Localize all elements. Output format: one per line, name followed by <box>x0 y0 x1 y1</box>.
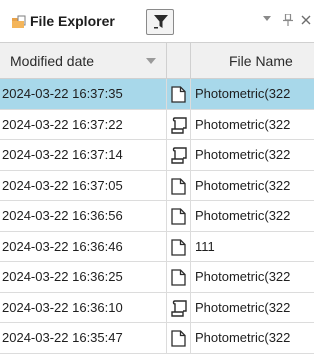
table-row[interactable]: 2024-03-22 16:36:46 111 <box>0 231 314 262</box>
column-header-label: Modified date <box>10 53 95 69</box>
modified-date-cell: 2024-03-22 16:37:35 <box>0 79 167 109</box>
panel-title: File Explorer <box>30 13 115 29</box>
file-type-cell <box>167 170 191 201</box>
modified-date-cell: 2024-03-22 16:36:46 <box>0 231 167 262</box>
file-table: Modified date File Name 2024-03-22 16:37… <box>0 42 314 354</box>
document-icon <box>171 330 186 347</box>
modified-date-cell: 2024-03-22 16:35:47 <box>0 323 167 353</box>
table-row[interactable]: 2024-03-22 16:37:35 Photometric(322 <box>0 79 314 110</box>
file-type-cell <box>167 140 191 170</box>
file-name-cell: 111 <box>195 238 215 254</box>
file-name-cell: Photometric(322 <box>195 177 291 193</box>
column-header-type[interactable] <box>167 43 191 79</box>
file-explorer-panel: File Explorer Modified date File Name 20… <box>0 0 314 354</box>
modified-date-cell: 2024-03-22 16:37:22 <box>0 109 167 140</box>
file-name-cell: Photometric(322 <box>195 330 291 345</box>
scroll-icon <box>171 147 187 164</box>
file-name-cell: Photometric(322 <box>195 269 291 284</box>
panel-title-bar: File Explorer <box>0 0 314 42</box>
pin-icon[interactable] <box>283 14 293 26</box>
table-row[interactable]: 2024-03-22 16:35:47 Photometric(322 <box>0 323 314 354</box>
file-type-cell <box>167 323 191 353</box>
table-header: Modified date File Name <box>0 42 314 79</box>
file-name-cell: Photometric(322 <box>195 147 291 162</box>
table-row[interactable]: 2024-03-22 16:36:25 Photometric(322 <box>0 262 314 293</box>
file-name-cell: Photometric(322 <box>195 208 291 223</box>
file-type-cell <box>167 262 191 292</box>
table-row[interactable]: 2024-03-22 16:37:14 Photometric(322 <box>0 140 314 171</box>
table-row[interactable]: 2024-03-22 16:37:22 Photometric(322 <box>0 109 314 140</box>
sort-descending-icon <box>146 58 156 64</box>
modified-date-cell: 2024-03-22 16:36:25 <box>0 262 167 292</box>
scroll-icon <box>171 299 187 317</box>
file-name-cell: Photometric(322 <box>195 299 291 315</box>
document-icon <box>171 208 186 225</box>
file-type-cell <box>167 201 191 231</box>
file-name-cell: Photometric(322 <box>195 86 291 101</box>
table-row[interactable]: 2024-03-22 16:36:56 Photometric(322 <box>0 201 314 232</box>
close-icon[interactable] <box>301 15 311 25</box>
folder-icon <box>12 15 26 28</box>
document-icon <box>171 86 186 103</box>
modified-date-cell: 2024-03-22 16:36:10 <box>0 292 167 323</box>
modified-date-cell: 2024-03-22 16:36:56 <box>0 201 167 231</box>
column-header-modified-date[interactable]: Modified date <box>0 43 167 79</box>
file-type-cell <box>167 231 191 262</box>
document-icon <box>171 238 186 256</box>
file-type-cell <box>167 292 191 323</box>
file-name-cell: Photometric(322 <box>195 116 291 132</box>
column-header-file-name[interactable]: File Name <box>191 43 314 79</box>
document-icon <box>171 269 186 286</box>
filter-icon <box>154 15 168 29</box>
table-row[interactable]: 2024-03-22 16:36:10 Photometric(322 <box>0 292 314 323</box>
column-header-label: File Name <box>229 53 293 69</box>
file-type-cell <box>167 109 191 140</box>
filter-button[interactable] <box>146 9 174 35</box>
table-row[interactable]: 2024-03-22 16:37:05 Photometric(322 <box>0 170 314 201</box>
table-body: 2024-03-22 16:37:35 Photometric(322 2024-0… <box>0 79 314 354</box>
file-type-cell <box>167 79 191 109</box>
modified-date-cell: 2024-03-22 16:37:14 <box>0 140 167 170</box>
scroll-icon <box>171 116 187 134</box>
modified-date-cell: 2024-03-22 16:37:05 <box>0 170 167 201</box>
dropdown-arrow-icon[interactable] <box>263 16 271 22</box>
document-icon <box>171 177 186 195</box>
